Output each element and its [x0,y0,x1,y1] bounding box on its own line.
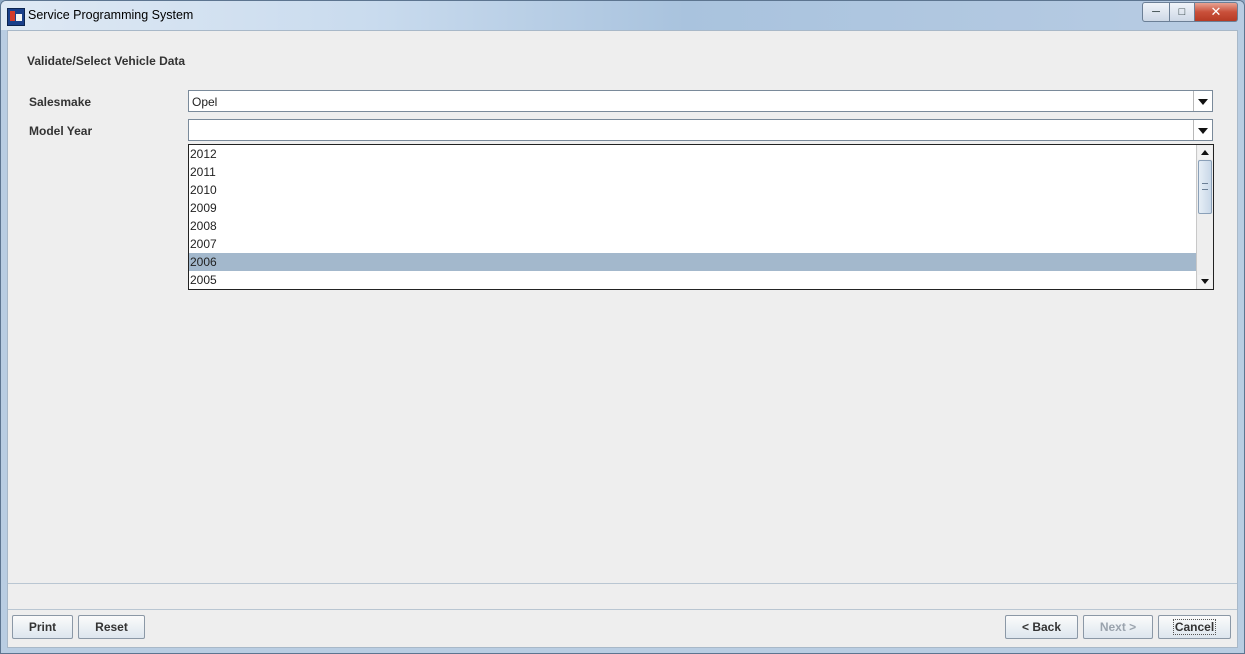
window-title: Service Programming System [28,8,194,22]
cancel-button-label: Cancel [1172,619,1217,635]
reset-button-label: Reset [95,620,128,634]
list-item[interactable]: 2007 [189,235,1196,253]
close-button[interactable]: ✕ [1195,2,1238,22]
window-controls: ─ □ ✕ [1142,2,1238,22]
salesmake-combobox[interactable]: Opel [188,90,1213,112]
list-item[interactable]: 2010 [189,181,1196,199]
scrollbar-thumb[interactable] [1198,160,1212,214]
list-item[interactable]: 2009 [189,199,1196,217]
list-item[interactable]: 2008 [189,217,1196,235]
list-item[interactable]: 2005 [189,271,1196,289]
reset-button[interactable]: Reset [78,615,145,639]
list-item[interactable]: 2011 [189,163,1196,181]
close-icon: ✕ [1210,4,1222,19]
minimize-button[interactable]: ─ [1142,2,1170,22]
list-item[interactable]: 2012 [189,145,1196,163]
print-button[interactable]: Print [12,615,73,639]
minimize-icon: ─ [1152,6,1160,18]
salesmake-label: Salesmake [29,95,92,109]
model-year-label: Model Year [29,124,93,138]
dropdown-scrollbar[interactable] [1196,145,1213,289]
page-title: Validate/Select Vehicle Data [27,54,186,68]
maximize-icon: □ [1178,6,1186,18]
next-button: Next > [1083,615,1153,639]
maximize-button[interactable]: □ [1170,2,1195,22]
app-window: Service Programming System ─ □ ✕ Validat… [0,0,1245,654]
next-button-label: Next > [1099,620,1137,634]
print-button-label: Print [28,620,57,634]
chevron-down-icon[interactable] [1193,91,1212,111]
list-item-highlighted[interactable]: 2006 [189,253,1196,271]
status-bar [8,583,1237,610]
dropdown-options: 2012 2011 2010 2009 2008 2007 2006 2005 [189,145,1196,289]
chevron-down-icon[interactable] [1193,120,1212,140]
back-button[interactable]: < Back [1005,615,1078,639]
title-bar[interactable]: Service Programming System ─ □ ✕ [1,1,1244,30]
cancel-button[interactable]: Cancel [1158,615,1231,639]
salesmake-value: Opel [192,95,218,109]
model-year-dropdown-list: 2012 2011 2010 2009 2008 2007 2006 2005 [188,144,1214,290]
model-year-combobox[interactable] [188,119,1213,141]
scroll-up-icon[interactable] [1198,146,1212,159]
main-panel: Validate/Select Vehicle Data Salesmake O… [7,30,1238,648]
scroll-down-icon[interactable] [1198,275,1212,288]
back-button-label: < Back [1021,620,1062,634]
app-icon[interactable] [7,8,25,26]
